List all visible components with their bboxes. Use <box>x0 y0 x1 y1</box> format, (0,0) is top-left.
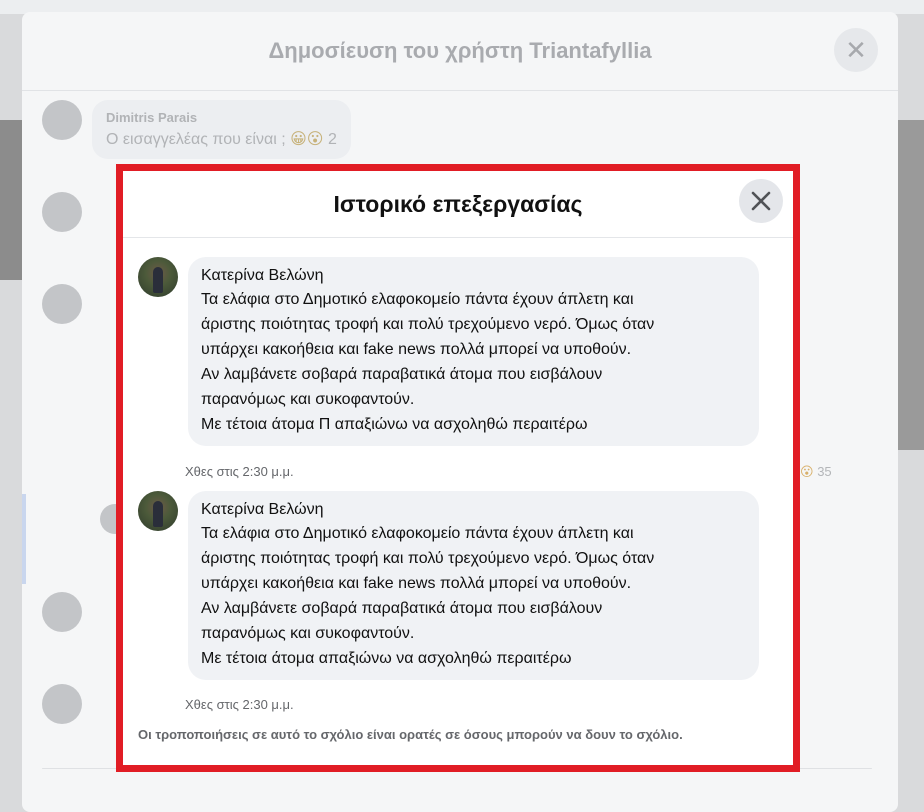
dialog-close-button[interactable] <box>739 179 783 223</box>
comment-text-line: υπάρχει κακοήθεια και fake news πολλά μπ… <box>201 575 632 592</box>
avatar[interactable] <box>42 192 82 232</box>
comment-author[interactable]: Κατερίνα Βελώνη <box>201 501 746 519</box>
comment-text: Ο εισαγγελέας που είναι ; 😀😮 2 <box>106 131 337 148</box>
comment-bubble: Dimitris Parais Ο εισαγγελέας που είναι … <box>92 100 351 159</box>
edit-timestamp[interactable]: Χθες στις 2:30 μ.μ. <box>185 464 294 479</box>
comment <box>42 684 82 724</box>
avatar[interactable] <box>42 284 82 324</box>
close-icon: ✕ <box>845 34 867 65</box>
avatar[interactable] <box>42 100 82 140</box>
comment: Dimitris Parais Ο εισαγγελέας που είναι … <box>42 100 351 159</box>
thread-line <box>22 494 26 584</box>
comment-text-line: Αν λαμβάνετε σοβαρά παραβατικά άτομα που… <box>201 600 603 617</box>
edit-visibility-note: Οι τροποποιήσεις σε αυτό το σχόλιο είναι… <box>138 727 683 742</box>
avatar[interactable] <box>42 592 82 632</box>
close-icon <box>751 191 771 211</box>
comment-bubble: Κατερίνα Βελώνη Τα ελάφια στο Δημοτικό ε… <box>188 257 759 446</box>
comment-text-line: Αν λαμβάνετε σοβαρά παραβατικά άτομα που… <box>201 366 603 383</box>
comment <box>42 192 82 232</box>
avatar[interactable] <box>138 491 178 531</box>
background-image-right <box>898 120 924 450</box>
dialog-header: Ιστορικό επεξεργασίας <box>123 171 793 238</box>
comment-text-line: υπάρχει κακοήθεια και fake news πολλά μπ… <box>201 341 632 358</box>
post-header: Δημοσίευση του χρήστη Triantafyllia ✕ <box>22 12 898 91</box>
reaction-icon: 😮 <box>800 464 814 479</box>
dialog-title: Ιστορικό επεξεργασίας <box>333 190 583 217</box>
comment-author[interactable]: Κατερίνα Βελώνη <box>201 267 746 285</box>
edit-history-dialog: Ιστορικό επεξεργασίας Κατερίνα Βελώνη Τα… <box>116 164 800 772</box>
comment <box>42 284 82 324</box>
reaction-icon[interactable]: 😀😮 <box>290 131 323 148</box>
comment-text-line: Τα ελάφια στο Δημοτικό ελαφοκομείο πάντα… <box>201 291 634 308</box>
avatar[interactable] <box>138 257 178 297</box>
avatar[interactable] <box>42 684 82 724</box>
reaction-count[interactable]: 😮 35 <box>800 464 832 480</box>
comment <box>42 592 82 632</box>
reaction-count[interactable]: 2 <box>328 131 337 148</box>
comment-text-line: Με τέτοια άτομα Π απαξιώνω να ασχοληθώ π… <box>201 416 588 433</box>
comment-text-line: Με τέτοια άτομα απαξιώνω να ασχοληθώ περ… <box>201 650 572 667</box>
comment-author[interactable]: Dimitris Parais <box>106 110 337 125</box>
post-title: Δημοσίευση του χρήστη Triantafyllia <box>268 38 652 63</box>
comment-text-line: άριστης ποιότητας τροφή και πολύ τρεχούμ… <box>201 316 655 333</box>
comment-bubble: Κατερίνα Βελώνη Τα ελάφια στο Δημοτικό ε… <box>188 491 759 680</box>
edit-timestamp[interactable]: Χθες στις 2:30 μ.μ. <box>185 697 294 712</box>
comment-text-line: παρανόμως και συκοφαντούν. <box>201 625 415 642</box>
comment-text-line: άριστης ποιότητας τροφή και πολύ τρεχούμ… <box>201 550 655 567</box>
post-close-button[interactable]: ✕ <box>834 28 878 72</box>
comment-text-line: Τα ελάφια στο Δημοτικό ελαφοκομείο πάντα… <box>201 525 634 542</box>
background-image-left <box>0 120 22 280</box>
comment-text-line: παρανόμως και συκοφαντούν. <box>201 391 415 408</box>
